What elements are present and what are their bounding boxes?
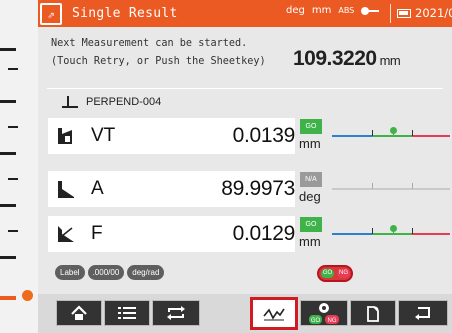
divider — [47, 88, 443, 89]
scale-tick — [0, 152, 16, 155]
go-label: GO — [311, 318, 321, 324]
list-icon — [118, 307, 136, 319]
gear-icon: GO NG — [309, 303, 339, 324]
go-badge: GO — [300, 217, 322, 232]
perpendicularity-icon — [62, 96, 78, 108]
angle-unit: deg — [286, 5, 305, 16]
reading-value: 109.3220 — [293, 47, 377, 70]
print-icon — [367, 306, 379, 322]
value-marker — [390, 127, 398, 137]
tolerance-bar — [332, 118, 450, 154]
result-row-vt[interactable]: VT 0.0139 — [48, 118, 295, 154]
lower-tolerance-line — [332, 135, 372, 137]
title-bar: ⇗ Single Result deg mm ABS 2021/07/07 — [38, 0, 452, 27]
message-line: (Touch Retry, or Push the Sheetkey) — [51, 56, 266, 67]
chart-icon: ⇗ — [40, 2, 62, 25]
lower-tolerance-line — [332, 233, 372, 235]
go-ng-settings-button[interactable]: GO NG — [300, 300, 348, 326]
screen: ⇗ Single Result deg mm ABS 2021/07/07 Ne… — [38, 0, 452, 333]
graph-icon — [263, 308, 285, 320]
inactive-tolerance-line — [332, 188, 450, 190]
print-button[interactable] — [350, 300, 396, 326]
angle-unit-chip[interactable]: deg/rad — [127, 265, 165, 280]
decimal-format-chip[interactable]: .000/00 — [87, 265, 125, 280]
feature-name: PERPEND-004 — [86, 96, 162, 108]
angle-icon — [58, 181, 74, 198]
retry-button[interactable] — [152, 300, 200, 326]
go-ng-toggle[interactable]: GO NG — [317, 265, 353, 282]
flatness-icon — [58, 226, 74, 242]
scale-tick — [8, 230, 18, 232]
ng-label: NG — [328, 318, 337, 324]
scale-tick — [8, 178, 18, 180]
scale-tick — [8, 68, 18, 70]
unit-status: deg mm ABS — [286, 5, 380, 16]
upper-tolerance-line — [412, 233, 450, 235]
loop-icon — [167, 306, 185, 320]
perpendicularity-icon — [58, 128, 72, 144]
home-icon — [71, 305, 87, 320]
ng-label: NG — [337, 269, 350, 278]
battery-icon — [397, 9, 411, 18]
result-unit: mm — [299, 136, 321, 151]
result-row-a[interactable]: A 89.9973 — [48, 171, 295, 207]
scale-tick — [0, 48, 16, 51]
scale-tick — [0, 100, 16, 103]
date-label: 2021/07/07 — [415, 6, 452, 20]
result-row-f[interactable]: F 0.0129 — [48, 216, 295, 252]
result-unit: deg — [299, 189, 321, 204]
reading-unit: mm — [379, 53, 401, 68]
scale-tick — [0, 256, 16, 259]
scale-tick — [8, 126, 18, 128]
result-name: VT — [91, 125, 116, 146]
result-unit: mm — [299, 234, 321, 249]
format-chips: Label .000/00 deg/rad — [55, 265, 165, 280]
sheetkey-scale — [0, 0, 38, 333]
scale-indicator — [0, 296, 16, 300]
result-name: A — [91, 178, 104, 199]
main-reading: 109.3220 mm — [293, 47, 401, 71]
in-tolerance-line — [372, 135, 412, 137]
page-title: Single Result — [72, 6, 178, 21]
feature-header: PERPEND-004 — [62, 96, 161, 108]
toolbar: GO NG — [38, 294, 452, 333]
indicator-dot — [22, 290, 33, 301]
key-icon — [361, 6, 380, 15]
go-label: GO — [321, 269, 334, 278]
tolerance-bar — [332, 216, 450, 252]
tolerance-bar — [332, 171, 450, 207]
in-tolerance-line — [372, 233, 412, 235]
result-value: 89.9973 — [221, 177, 295, 200]
tolerance-tick — [412, 183, 413, 189]
status-message: Next Measurement can be started. (Touch … — [51, 35, 266, 71]
return-icon — [415, 307, 430, 320]
go-badge: GO — [300, 119, 322, 134]
result-value: 0.0139 — [232, 124, 296, 147]
result-value: 0.0129 — [232, 222, 296, 245]
value-marker — [390, 225, 398, 235]
list-button[interactable] — [104, 300, 150, 326]
tolerance-tick — [412, 228, 413, 234]
na-badge: N/A — [300, 172, 322, 187]
length-unit: mm — [311, 5, 332, 16]
tolerance-tick — [372, 183, 373, 189]
upper-tolerance-line — [412, 135, 450, 137]
tolerance-tick — [412, 130, 413, 136]
graph-button[interactable] — [250, 297, 298, 330]
scale-tick — [0, 204, 16, 207]
return-button[interactable] — [398, 300, 448, 326]
tolerance-tick — [372, 228, 373, 234]
mode-label: ABS — [338, 6, 355, 15]
title-separator — [390, 4, 391, 23]
home-button[interactable] — [56, 300, 102, 326]
message-line: Next Measurement can be started. — [51, 38, 248, 49]
result-name: F — [91, 223, 103, 244]
tolerance-tick — [372, 130, 373, 136]
label-chip[interactable]: Label — [55, 265, 85, 280]
